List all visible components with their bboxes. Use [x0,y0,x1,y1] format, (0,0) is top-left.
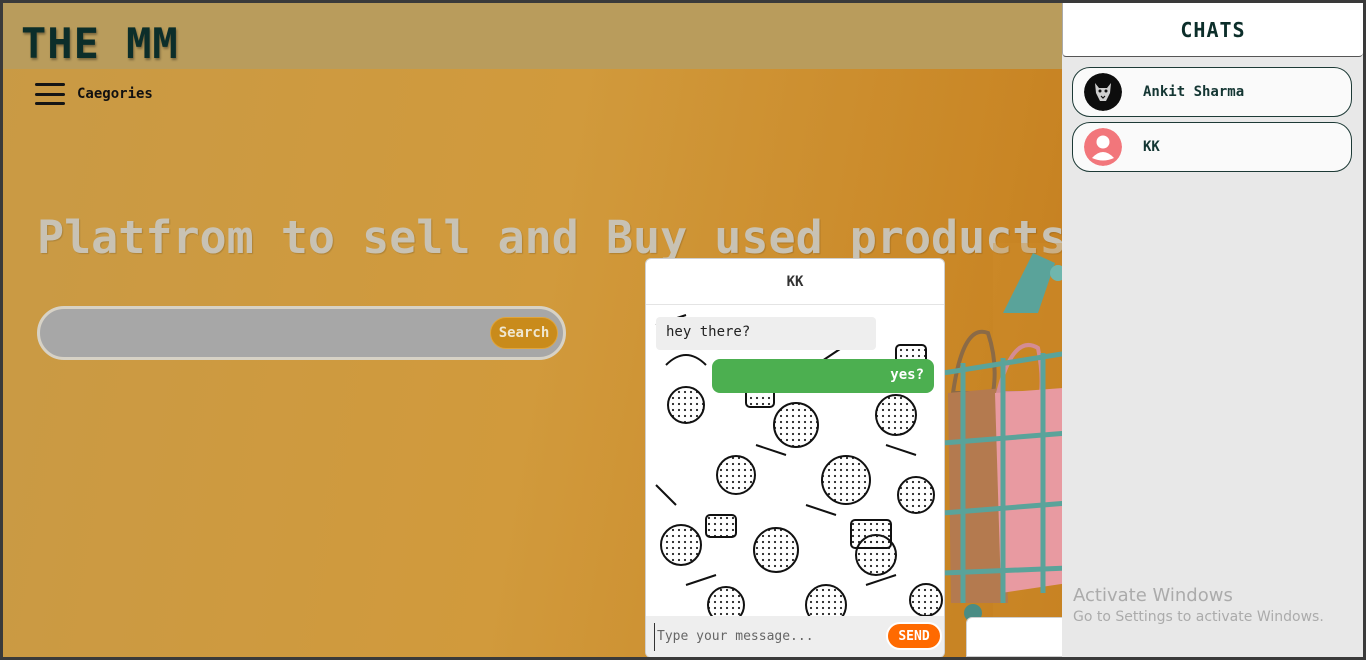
chat-window-title[interactable]: KK [646,259,944,305]
search-input[interactable] [58,321,488,347]
hero-title: Platfrom to sell and Buy used products! [37,211,1094,264]
chat-list-item-ankit-sharma[interactable]: Ankit Sharma [1072,67,1352,117]
watermark-subtitle: Go to Settings to activate Windows. [1073,609,1324,625]
search-bar: Search [37,306,566,360]
search-button[interactable]: Search [490,317,558,349]
message-input[interactable] [654,622,880,651]
chat-list-item-name: Ankit Sharma [1143,84,1245,100]
site-logo[interactable]: THE MM [21,19,179,68]
incoming-message: hey there? [656,317,876,350]
wolf-avatar-icon [1084,73,1122,111]
user-avatar-icon [1084,128,1122,166]
categories-label[interactable]: Caegories [77,86,153,102]
send-button[interactable]: SEND [886,622,942,650]
chats-sidebar: CHATS Ankit Sharma KK [1062,3,1363,657]
chat-list-item-kk[interactable]: KK [1072,122,1352,172]
music-doodle-background [655,314,943,618]
outgoing-message: yes? [712,359,934,393]
chat-window: KK hey there? yes? Type your message... … [645,258,945,657]
watermark-title: Activate Windows [1073,585,1233,606]
shopping-cart-illustration [943,243,1068,623]
activate-windows-watermark: Activate Windows Go to Settings to activ… [1073,585,1324,625]
chat-list-item-name: KK [1143,139,1160,155]
chats-title: CHATS [1062,3,1363,57]
hamburger-menu-icon[interactable] [35,83,65,105]
chat-input-bar: SEND [646,616,944,657]
chat-messages-area[interactable]: hey there? yes? [646,305,944,618]
categories-menu[interactable]: Caegories [35,83,153,105]
